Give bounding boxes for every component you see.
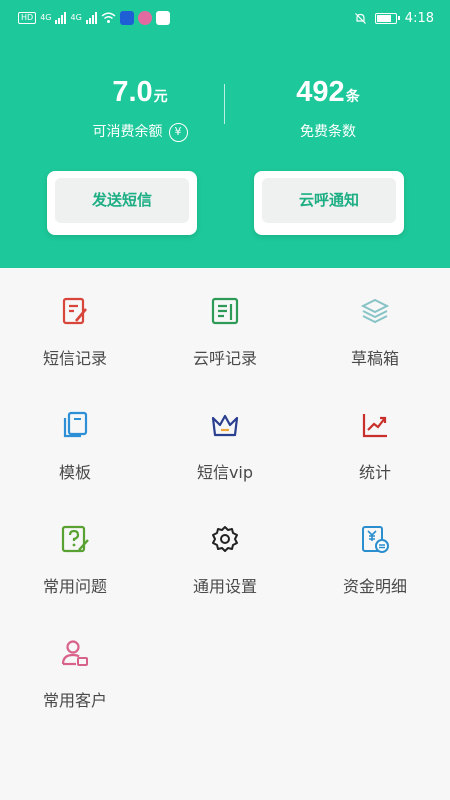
balance-label-row: 可消费余额 ¥: [50, 122, 230, 142]
recharge-icon[interactable]: ¥: [168, 122, 188, 142]
hd-badge: HD: [18, 12, 37, 24]
menu-label: 资金明细: [342, 577, 407, 596]
menu-item-statistics[interactable]: 统计: [300, 382, 450, 496]
clock: 4:18: [404, 10, 434, 26]
menu-label: 常用客户: [42, 691, 107, 710]
crown-icon: [211, 414, 239, 437]
drafts-layers-icon: [360, 298, 390, 324]
menu-item-call-record[interactable]: 云呼记录: [150, 268, 300, 382]
status-bar: HD 4G 4G 4:18: [0, 0, 450, 36]
sms-record-icon: [62, 297, 87, 325]
app-notification-icon-1: [119, 11, 134, 25]
header-divider: [224, 84, 225, 124]
network-type-2: 4G: [70, 13, 82, 22]
menu-label: 短信记录: [42, 349, 107, 368]
free-count-row: 492条: [238, 72, 418, 116]
menu-item-template[interactable]: 模板: [0, 382, 150, 496]
balance-block: 7.0元 可消费余额 ¥: [50, 72, 230, 142]
signal-icon: [55, 12, 67, 24]
chart-trend-icon: [362, 414, 387, 438]
free-count: 492: [296, 76, 345, 108]
menu-label: 常用问题: [42, 577, 107, 596]
menu-label: 云呼记录: [192, 349, 257, 368]
call-record-icon: [211, 297, 239, 325]
battery-icon: [374, 12, 400, 24]
status-right: 4:18: [354, 10, 434, 26]
menu-item-sms-record[interactable]: 短信记录: [0, 268, 150, 382]
menu-item-fund-detail[interactable]: 资金明细: [300, 496, 450, 610]
menu-label: 短信vip: [196, 463, 254, 482]
cloud-notify-button[interactable]: 云呼通知: [254, 171, 404, 235]
free-count-label-row: 免费条数: [238, 122, 418, 142]
menu-item-sms-vip[interactable]: 短信vip: [150, 382, 300, 496]
cloud-notify-label: 云呼通知: [262, 178, 396, 223]
send-sms-button[interactable]: 发送短信: [47, 171, 197, 235]
menu-item-faq[interactable]: 常用问题: [0, 496, 150, 610]
free-count-block: 492条 免费条数: [238, 72, 418, 142]
menu-item-customers[interactable]: 常用客户: [0, 610, 150, 724]
status-left: HD 4G 4G: [18, 10, 170, 26]
free-count-label: 免费条数: [300, 124, 356, 140]
menu-item-drafts[interactable]: 草稿箱: [300, 268, 450, 382]
bell-muted-icon: [354, 12, 366, 24]
fund-detail-icon: [362, 526, 389, 553]
free-count-unit: 条: [345, 88, 360, 104]
menu-label: 通用设置: [192, 577, 257, 596]
balance-amount-row: 7.0元: [50, 72, 230, 116]
signal-icon-2: [85, 12, 97, 24]
menu-label: 统计: [358, 463, 391, 482]
template-icon: [63, 411, 88, 438]
menu-label: 模板: [58, 463, 91, 482]
balance-amount: 7.0: [112, 76, 153, 108]
menu-item-settings[interactable]: 通用设置: [150, 496, 300, 610]
app-notification-icon-3: [155, 11, 170, 25]
app-notification-icon-2: [137, 11, 152, 25]
customer-icon: [61, 640, 88, 666]
send-sms-label: 发送短信: [55, 178, 189, 223]
menu-label: 草稿箱: [350, 349, 399, 368]
network-type-1: 4G: [40, 13, 52, 22]
balance-unit: 元: [153, 88, 168, 104]
wifi-icon: [101, 12, 116, 23]
balance-label: 可消费余额: [92, 124, 163, 140]
gear-icon: [212, 526, 238, 552]
question-icon: [61, 525, 89, 553]
